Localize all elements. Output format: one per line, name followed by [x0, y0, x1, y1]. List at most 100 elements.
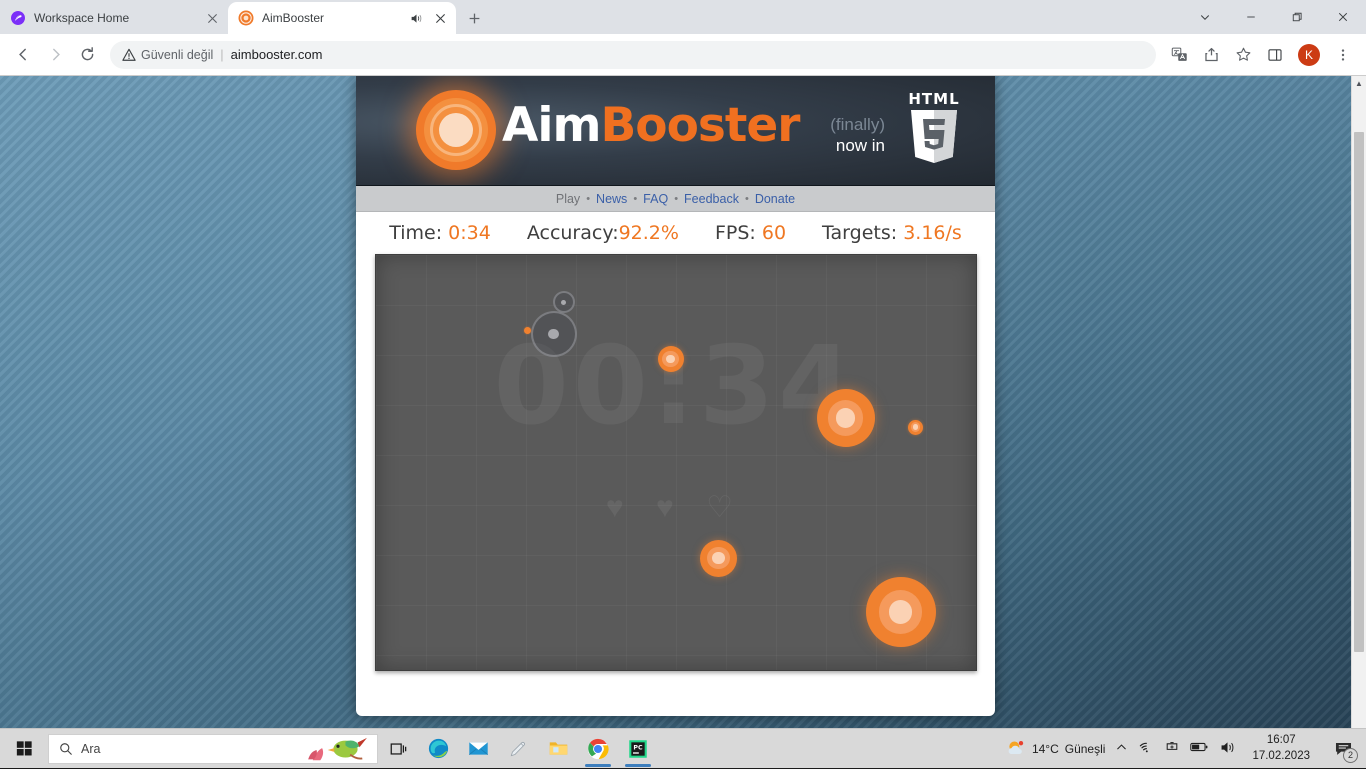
tab-audio-playing-icon[interactable] [408, 10, 424, 26]
forward-button[interactable] [40, 40, 70, 70]
battery-icon[interactable] [1190, 740, 1209, 757]
target-small-far-left[interactable] [524, 327, 531, 334]
stat-accuracy: Accuracy:92.2% [527, 222, 679, 244]
tab-search-chevron-down-icon[interactable] [1182, 0, 1228, 34]
stat-fps: FPS: 60 [715, 222, 786, 244]
target-mid-lower[interactable] [700, 540, 737, 577]
stat-fps-value: 60 [762, 222, 786, 244]
speaker-icon[interactable] [1219, 739, 1236, 759]
target-inner-ring [913, 424, 918, 429]
weather-condition: Güneşli [1065, 742, 1106, 756]
reload-button[interactable] [72, 40, 102, 70]
ghost-center-dot [561, 300, 566, 305]
tab-close-icon[interactable] [204, 10, 220, 26]
logo-booster: Booster [600, 98, 799, 153]
page-scrollbar[interactable]: ▲ ▼ [1351, 76, 1366, 768]
nav-link-news[interactable]: News [596, 192, 627, 206]
clock-date: 17.02.2023 [1252, 749, 1310, 765]
tagline-now-in: now in [830, 135, 885, 156]
windows-taskbar: Ara [0, 728, 1366, 768]
scrollbar-thumb[interactable] [1354, 132, 1364, 652]
wifi-icon[interactable] [1138, 739, 1154, 758]
share-icon[interactable] [1196, 40, 1226, 70]
html5-tagline: (finally) now in [830, 114, 885, 157]
target-mid-upper[interactable] [658, 346, 684, 372]
nav-separator: • [674, 193, 678, 205]
scroll-up-arrow-icon[interactable]: ▲ [1352, 76, 1366, 91]
tab-close-icon[interactable] [432, 10, 448, 26]
side-panel-icon[interactable] [1260, 40, 1290, 70]
game-stats-bar: Time: 0:34 Accuracy:92.2% FPS: 60 Target… [356, 212, 995, 254]
stat-time: Time: 0:34 [389, 222, 491, 244]
browser-toolbar: Güvenli değil | aimbooster.com [0, 34, 1366, 76]
toolbar-action-icons: K [1164, 40, 1358, 70]
nav-link-donate[interactable]: Donate [755, 192, 795, 206]
tagline-finally: (finally) [830, 114, 885, 135]
stat-time-label: Time: [389, 222, 442, 244]
weather-widget[interactable]: 14°C Güneşli [1006, 739, 1106, 759]
mail-icon[interactable] [458, 729, 498, 769]
nav-link-feedback[interactable]: Feedback [684, 192, 739, 206]
stat-time-value: 0:34 [448, 222, 491, 244]
not-secure-indicator[interactable]: Güvenli değil [122, 48, 213, 62]
profile-avatar[interactable]: K [1298, 44, 1320, 66]
back-button[interactable] [8, 40, 38, 70]
game-field[interactable]: 00:34 ♥ ♥ ♡ [375, 254, 977, 671]
url-text: aimbooster.com [231, 47, 323, 62]
google-chrome-icon[interactable] [578, 729, 618, 769]
task-view-icon[interactable] [378, 729, 418, 769]
onedrive-icon[interactable] [1164, 739, 1180, 758]
target-inner-ring [712, 552, 725, 565]
new-tab-button[interactable] [460, 4, 488, 32]
stat-fps-label: FPS: [715, 222, 756, 244]
browser-tab-aimbooster[interactable]: AimBooster [228, 2, 456, 34]
nav-link-faq[interactable]: FAQ [643, 192, 668, 206]
notification-count-badge: 2 [1343, 748, 1358, 763]
taskbar-search-input[interactable]: Ara [48, 734, 378, 764]
close-window-button[interactable] [1320, 0, 1366, 34]
security-label: Güvenli değil [141, 48, 213, 62]
site-header: AimBooster (finally) now in HTML [356, 76, 995, 186]
clock-time: 16:07 [1252, 733, 1310, 749]
aimbooster-logo-icon [416, 90, 496, 170]
windows-start-icon[interactable] [0, 729, 48, 769]
kebab-menu-icon[interactable] [1328, 40, 1358, 70]
microsoft-edge-icon[interactable] [418, 729, 458, 769]
translate-icon[interactable] [1164, 40, 1194, 70]
bookmark-star-icon[interactable] [1228, 40, 1258, 70]
tab-title: AimBooster [262, 11, 400, 25]
stat-accuracy-label: Accuracy: [527, 222, 619, 244]
warning-triangle-icon [122, 48, 136, 62]
tray-overflow-chevron-up-icon[interactable] [1115, 741, 1128, 757]
pycharm-icon[interactable]: PC [618, 729, 658, 769]
notification-center-button[interactable]: 2 [1326, 729, 1360, 769]
sunny-cloud-icon [1006, 739, 1026, 759]
svg-text:PC: PC [633, 744, 643, 751]
address-bar[interactable]: Güvenli değil | aimbooster.com [110, 41, 1156, 69]
maximize-restore-button[interactable] [1274, 0, 1320, 34]
target-tiny-right[interactable] [908, 420, 923, 435]
file-explorer-icon[interactable] [538, 729, 578, 769]
stat-targets-value: 3.16/s [903, 222, 962, 244]
site-logo-text: AimBooster [502, 98, 799, 153]
page-viewport: AimBooster (finally) now in HTML [0, 76, 1366, 768]
browser-tab-workspace-home[interactable]: Workspace Home [0, 2, 228, 34]
minimize-button[interactable] [1228, 0, 1274, 34]
nav-separator: • [633, 193, 637, 205]
target-large-right[interactable] [817, 389, 875, 447]
sticky-notes-pen-icon[interactable] [498, 729, 538, 769]
ghost-ring-small [553, 291, 575, 313]
taskbar-clock[interactable]: 16:07 17.02.2023 [1246, 733, 1316, 764]
lives-indicator: ♥ ♥ ♡ [376, 493, 976, 523]
nav-link-play[interactable]: Play [556, 192, 580, 206]
html5-badge-icon: HTML [905, 88, 963, 166]
search-placeholder: Ara [81, 742, 100, 756]
stat-targets: Targets: 3.16/s [822, 222, 962, 244]
tab-strip: Workspace Home AimBooster [0, 0, 1366, 34]
weather-temperature: 14°C [1032, 742, 1059, 756]
chrome-browser-window: Workspace Home AimBooster [0, 0, 1366, 768]
aimbooster-page: AimBooster (finally) now in HTML [356, 76, 995, 716]
aimbooster-icon [238, 10, 254, 26]
magnifier-icon [59, 742, 73, 756]
target-large-bottom-right[interactable] [866, 577, 936, 647]
